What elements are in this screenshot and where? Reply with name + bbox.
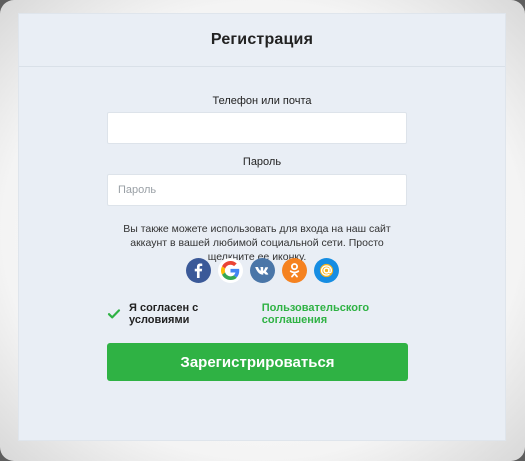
password-label: Пароль bbox=[242, 156, 282, 168]
terms-agreement: Я согласен с условиями Пользовательского… bbox=[107, 302, 427, 326]
terms-checkbox[interactable] bbox=[107, 307, 121, 321]
odnoklassniki-icon bbox=[289, 263, 299, 278]
vk-icon bbox=[254, 267, 268, 275]
password-input[interactable] bbox=[107, 174, 407, 206]
facebook-icon bbox=[194, 263, 202, 278]
vk-login-button[interactable] bbox=[249, 258, 275, 283]
registration-card: Регистрация Телефон или почта Пароль Вы … bbox=[19, 14, 505, 440]
terms-link[interactable]: Пользовательского соглашения bbox=[262, 302, 427, 326]
screenshot-frame: Регистрация Телефон или почта Пароль Вы … bbox=[0, 0, 525, 461]
register-button[interactable]: Зарегистрироваться bbox=[107, 343, 408, 381]
terms-text: Я согласен с условиями bbox=[129, 302, 199, 326]
google-login-button[interactable] bbox=[217, 258, 243, 283]
login-label: Телефон или почта bbox=[212, 95, 312, 107]
odnoklassniki-login-button[interactable] bbox=[281, 258, 307, 283]
page-title: Регистрация bbox=[210, 31, 314, 48]
google-icon bbox=[220, 261, 239, 280]
social-login-row bbox=[19, 258, 505, 283]
login-input[interactable] bbox=[107, 112, 407, 144]
mail-at-icon bbox=[319, 263, 333, 278]
facebook-login-button[interactable] bbox=[185, 258, 211, 283]
mail-login-button[interactable] bbox=[313, 258, 339, 283]
checkmark-icon bbox=[107, 309, 121, 319]
form-header: Регистрация bbox=[19, 14, 505, 67]
